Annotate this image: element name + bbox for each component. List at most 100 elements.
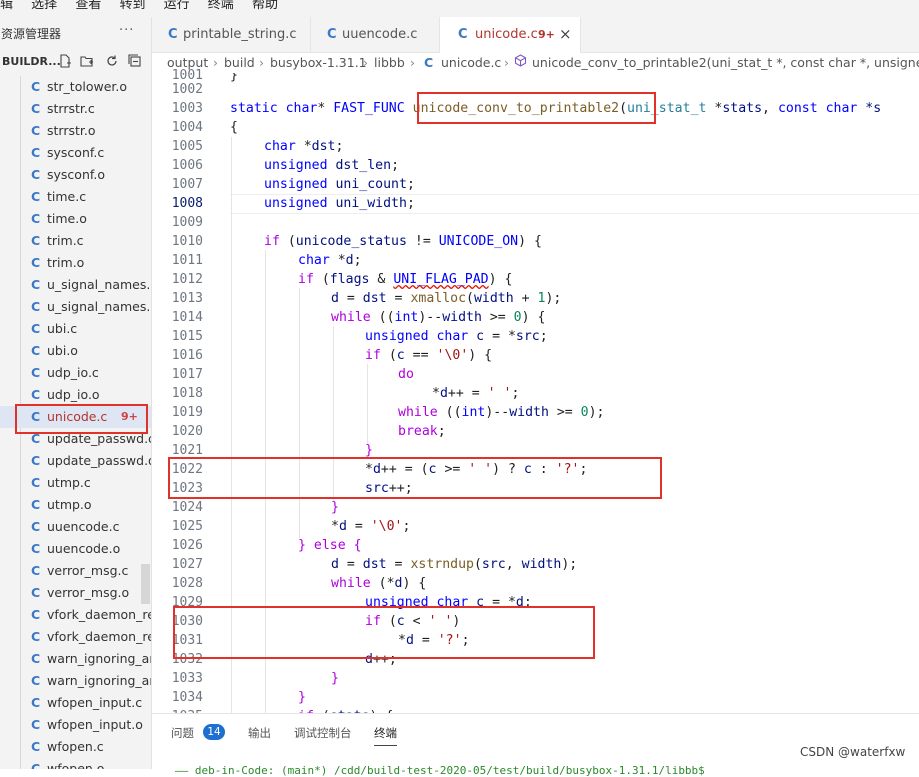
menu-go[interactable]: 转到: [119, 0, 145, 12]
file-item[interactable]: Cudp_io.o: [0, 384, 151, 406]
tab-printable-string[interactable]: C printable_string.c: [152, 17, 311, 52]
file-item[interactable]: Ctime.c: [0, 186, 151, 208]
file-item[interactable]: Csysconf.c: [0, 142, 151, 164]
breadcrumb-item-libbb[interactable]: libbb: [374, 55, 405, 70]
menu-bar: 辑 选择 查看 转到 运行 终端 帮助: [0, 0, 919, 17]
tab-label: printable_string.c: [183, 27, 297, 42]
c-file-icon: C: [31, 189, 41, 204]
file-item[interactable]: Cvfork_daemon_rexec.c: [0, 604, 151, 626]
new-file-icon[interactable]: [58, 54, 72, 68]
panel-tab-output[interactable]: 输出: [248, 725, 271, 741]
file-item[interactable]: Cvfork_daemon_rexec.o: [0, 626, 151, 648]
code-line: d = dst = xmalloc(width + 1);: [331, 291, 562, 306]
file-name: wfopen_input.o: [47, 717, 143, 732]
c-file-icon: C: [31, 695, 41, 710]
panel-tab-debug-console[interactable]: 调试控制台: [294, 725, 352, 741]
c-file-icon: C: [31, 343, 41, 358]
file-item[interactable]: Cubi.o: [0, 340, 151, 362]
file-item[interactable]: Ctrim.c: [0, 230, 151, 252]
file-item[interactable]: Cwfopen_input.o: [0, 714, 151, 736]
file-name: uuencode.c: [47, 519, 120, 534]
breadcrumb-item-busybox[interactable]: busybox-1.31.1: [270, 55, 367, 70]
file-item[interactable]: Cuuencode.c: [0, 516, 151, 538]
file-name: u_signal_names.o: [47, 299, 151, 314]
annotation-box-sidebar-file: [15, 404, 148, 434]
file-name: udp_io.o: [47, 387, 100, 402]
file-item[interactable]: Cverror_msg.c: [0, 560, 151, 582]
file-name: trim.c: [47, 233, 84, 248]
panel-tab-terminal[interactable]: 终端: [374, 725, 397, 746]
file-item[interactable]: Cverror_msg.o: [0, 582, 151, 604]
file-item[interactable]: Cwarn_ignoring_args.c: [0, 648, 151, 670]
file-item[interactable]: Cwfopen.c: [0, 736, 151, 758]
collapse-all-icon[interactable]: [128, 54, 142, 68]
code-line: {: [230, 120, 238, 135]
file-name: trim.o: [47, 255, 85, 270]
sidebar-scrollbar[interactable]: [141, 564, 150, 604]
breadcrumb-item-build[interactable]: build: [224, 55, 255, 70]
chevron-right-icon: ›: [213, 55, 218, 70]
breadcrumb-item-symbol[interactable]: unicode_conv_to_printable2(uni_stat_t *,…: [532, 55, 919, 70]
file-item[interactable]: Cutmp.c: [0, 472, 151, 494]
line-number: 1025: [171, 519, 203, 534]
menu-edit[interactable]: 辑: [0, 0, 13, 12]
file-item[interactable]: Cstr_tolower.o: [0, 76, 151, 98]
terminal-prompt[interactable]: —— deb-in-Code: (main*) /cdd/build-test-…: [175, 764, 705, 777]
more-actions-icon[interactable]: ···: [119, 23, 134, 38]
menu-help[interactable]: 帮助: [252, 0, 278, 12]
file-name: strrstr.o: [47, 123, 96, 138]
breadcrumb: output › build › busybox-1.31.1 › libbb …: [152, 53, 919, 73]
c-file-icon: C: [31, 277, 41, 292]
line-number: 1018: [171, 386, 203, 401]
refresh-icon[interactable]: [105, 54, 119, 68]
file-item[interactable]: Cwfopen_input.c: [0, 692, 151, 714]
file-name: wfopen.c: [47, 739, 104, 754]
problem-badge: 9+: [538, 28, 555, 41]
menu-selection[interactable]: 选择: [31, 0, 57, 12]
line-number: 1014: [171, 310, 203, 325]
file-name: warn_ignoring_args.c: [47, 651, 151, 666]
file-item[interactable]: Cwfopen.o: [0, 758, 151, 769]
file-name: time.c: [47, 189, 87, 204]
file-item[interactable]: Cupdate_passwd.o: [0, 450, 151, 472]
tab-unicode[interactable]: C unicode.c 9+ ×: [440, 17, 581, 53]
code-line: *d++ = ' ';: [432, 386, 520, 401]
file-item[interactable]: Cudp_io.c: [0, 362, 151, 384]
new-folder-icon[interactable]: [80, 54, 94, 68]
code-line: }: [298, 690, 306, 705]
file-name: udp_io.c: [47, 365, 99, 380]
file-name: u_signal_names.c: [47, 277, 151, 292]
file-item[interactable]: Ctrim.o: [0, 252, 151, 274]
tab-uuencode[interactable]: C uuencode.c: [311, 17, 440, 52]
c-file-icon: C: [31, 79, 41, 94]
file-item[interactable]: Cu_signal_names.c: [0, 274, 151, 296]
line-number: 1005: [171, 139, 203, 154]
c-file-icon: C: [327, 27, 337, 42]
close-icon[interactable]: ×: [559, 25, 572, 43]
menu-view[interactable]: 查看: [75, 0, 101, 12]
menu-run[interactable]: 运行: [164, 0, 190, 12]
line-number: 1008: [171, 196, 203, 211]
code-line: while ((int)--width >= 0) {: [331, 310, 546, 325]
line-number: 1028: [171, 576, 203, 591]
file-item[interactable]: Cstrrstr.o: [0, 120, 151, 142]
file-item[interactable]: Cwarn_ignoring_args.o: [0, 670, 151, 692]
file-item[interactable]: Cu_signal_names.o: [0, 296, 151, 318]
c-file-icon: C: [31, 739, 41, 754]
line-number: 1004: [171, 120, 203, 135]
file-item[interactable]: Ctime.o: [0, 208, 151, 230]
file-item[interactable]: Csysconf.o: [0, 164, 151, 186]
c-file-icon: C: [424, 55, 434, 70]
file-item[interactable]: Cutmp.o: [0, 494, 151, 516]
file-item[interactable]: Cubi.c: [0, 318, 151, 340]
c-file-icon: C: [31, 563, 41, 578]
panel-tab-problems[interactable]: 问题: [171, 725, 194, 741]
workspace-folder[interactable]: BUILDR...: [0, 52, 151, 72]
file-item[interactable]: Cuuencode.o: [0, 538, 151, 560]
menu-terminal[interactable]: 终端: [208, 0, 234, 12]
c-file-icon: C: [31, 123, 41, 138]
file-name: vfork_daemon_rexec.c: [47, 607, 151, 622]
file-item[interactable]: Cstrrstr.c: [0, 98, 151, 120]
breadcrumb-item-file[interactable]: unicode.c: [441, 55, 501, 70]
annotation-box-function-name: [417, 92, 656, 124]
